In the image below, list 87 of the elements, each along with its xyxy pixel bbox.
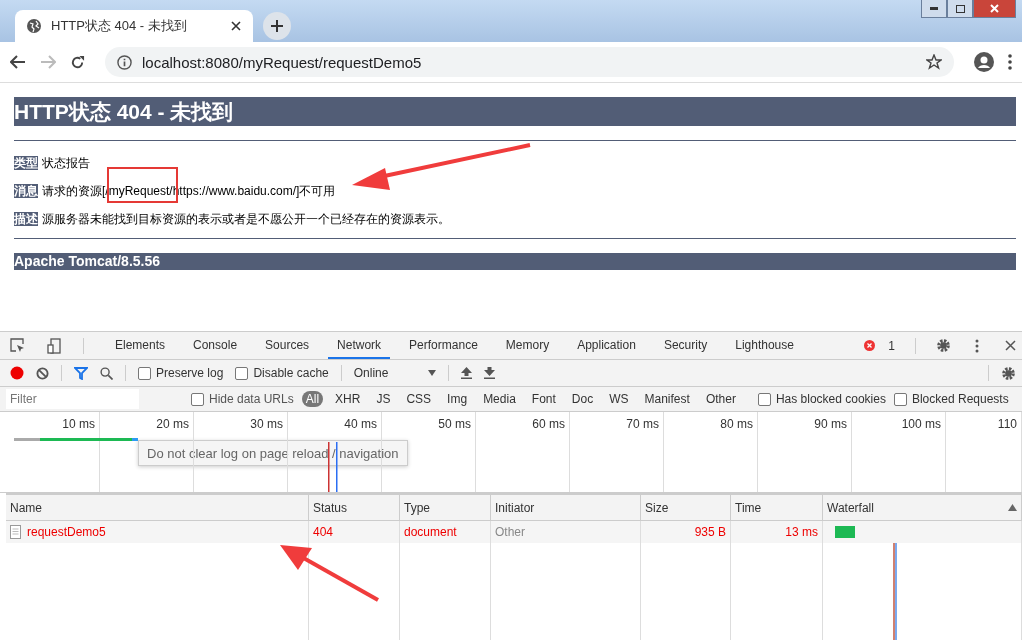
browser-tab[interactable]: HTTP状态 404 - 未找到 bbox=[15, 10, 253, 42]
devtools-tab[interactable]: Elements bbox=[106, 332, 175, 359]
download-icon[interactable] bbox=[484, 367, 496, 379]
devtools-tab[interactable]: Security bbox=[654, 332, 717, 359]
minimize-icon bbox=[930, 7, 938, 10]
type-filter[interactable]: Font bbox=[527, 391, 560, 407]
minimize-button[interactable] bbox=[921, 0, 947, 18]
maximize-button[interactable] bbox=[947, 0, 973, 18]
timeline-tick: 90 ms bbox=[758, 412, 852, 492]
column-header[interactable]: Size bbox=[641, 495, 731, 521]
devtools-tab[interactable]: Performance bbox=[400, 332, 487, 359]
devtools-tab[interactable]: Console bbox=[184, 332, 247, 359]
account-icon[interactable] bbox=[974, 52, 994, 72]
page-heading: HTTP状态 404 - 未找到 bbox=[14, 97, 1016, 126]
devtools-tab[interactable]: Lighthouse bbox=[726, 332, 803, 359]
request-name: requestDemo5 bbox=[27, 525, 106, 539]
back-icon[interactable] bbox=[10, 55, 26, 69]
close-window-button[interactable] bbox=[973, 0, 1016, 18]
type-filter[interactable]: Manifest bbox=[640, 391, 694, 407]
reload-icon[interactable] bbox=[70, 54, 85, 70]
filter-icon[interactable] bbox=[74, 366, 88, 380]
error-count[interactable]: 1 bbox=[888, 338, 895, 353]
type-filter[interactable]: CSS bbox=[402, 391, 436, 407]
document-icon bbox=[10, 525, 21, 539]
column-header[interactable]: Type bbox=[400, 495, 491, 521]
record-icon[interactable] bbox=[10, 366, 24, 380]
column-header[interactable]: Status bbox=[309, 495, 400, 521]
error-detail: 描述 源服务器未能找到目标资源的表示或者是不愿公开一个已经存在的资源表示。 bbox=[14, 211, 451, 228]
menu-icon[interactable] bbox=[1008, 54, 1012, 70]
filter-field[interactable]: Filter bbox=[6, 389, 139, 409]
star-icon[interactable] bbox=[926, 54, 942, 70]
table-cell: 404 bbox=[309, 521, 400, 543]
table-cell: Other bbox=[491, 521, 641, 543]
more-icon[interactable] bbox=[975, 338, 979, 353]
devtools-tab[interactable]: Sources bbox=[256, 332, 319, 359]
new-tab-button[interactable] bbox=[263, 12, 291, 40]
checkbox[interactable]: Disable cache bbox=[235, 366, 329, 380]
address-bar[interactable]: localhost:8080/myRequest/requestDemo5 bbox=[105, 47, 954, 77]
type-filter[interactable]: All bbox=[301, 391, 324, 407]
timeline-tick: 70 ms bbox=[570, 412, 664, 492]
tooltip: Do not clear log on page reload / navigation bbox=[138, 440, 408, 466]
column-header[interactable]: Waterfall bbox=[823, 495, 1022, 521]
sort-icon bbox=[1008, 504, 1017, 511]
checkbox[interactable]: Has blocked cookies bbox=[757, 392, 886, 406]
waterfall-bar bbox=[835, 526, 855, 538]
type-filter[interactable]: WS bbox=[605, 391, 633, 407]
settings-icon[interactable] bbox=[936, 338, 951, 353]
globe-icon bbox=[27, 19, 41, 33]
checkbox[interactable]: Preserve log bbox=[138, 366, 224, 380]
timeline-tick: 80 ms bbox=[664, 412, 758, 492]
search-icon[interactable] bbox=[100, 366, 113, 380]
clear-icon[interactable] bbox=[36, 366, 49, 380]
type-filter[interactable]: Other bbox=[701, 391, 740, 407]
checkbox[interactable]: Blocked Requests bbox=[893, 392, 1009, 406]
checkbox[interactable]: Hide data URLs bbox=[191, 392, 294, 406]
timeline-tick: 110 bbox=[946, 412, 1022, 492]
inspect-icon[interactable] bbox=[10, 338, 25, 353]
devtools-tab[interactable]: Memory bbox=[496, 332, 559, 359]
table-cell: 13 ms bbox=[731, 521, 823, 543]
server-footer: Apache Tomcat/8.5.56 bbox=[14, 253, 1016, 270]
type-filter[interactable]: Doc bbox=[567, 391, 598, 407]
type-filter[interactable]: XHR bbox=[331, 391, 365, 407]
close-icon[interactable] bbox=[1005, 340, 1016, 351]
caret-icon bbox=[428, 370, 437, 376]
type-filter[interactable]: Media bbox=[479, 391, 520, 407]
close-icon bbox=[990, 4, 999, 13]
timeline-tick: 100 ms bbox=[852, 412, 946, 492]
table-cell: 935 B bbox=[641, 521, 731, 543]
type-filter[interactable]: Img bbox=[443, 391, 472, 407]
device-icon[interactable] bbox=[47, 337, 61, 354]
timeline-tick: 60 ms bbox=[476, 412, 570, 492]
error-icon bbox=[864, 340, 876, 351]
type-filter[interactable]: JS bbox=[372, 391, 395, 407]
maximize-icon bbox=[955, 4, 965, 13]
throttle-select[interactable]: Online bbox=[353, 366, 437, 380]
table-cell: document bbox=[400, 521, 491, 543]
column-header[interactable]: Initiator bbox=[491, 495, 641, 521]
column-header[interactable]: Time bbox=[731, 495, 823, 521]
column-header[interactable]: Name bbox=[6, 495, 309, 521]
plus-icon bbox=[271, 20, 283, 32]
close-icon[interactable] bbox=[231, 21, 241, 31]
devtools-tab[interactable]: Application bbox=[568, 332, 645, 359]
info-icon bbox=[117, 54, 132, 70]
table-cell[interactable]: requestDemo5 bbox=[6, 521, 309, 543]
upload-icon[interactable] bbox=[461, 367, 473, 379]
settings-icon[interactable] bbox=[1001, 365, 1016, 381]
error-detail: 类型 状态报告 bbox=[14, 155, 91, 172]
